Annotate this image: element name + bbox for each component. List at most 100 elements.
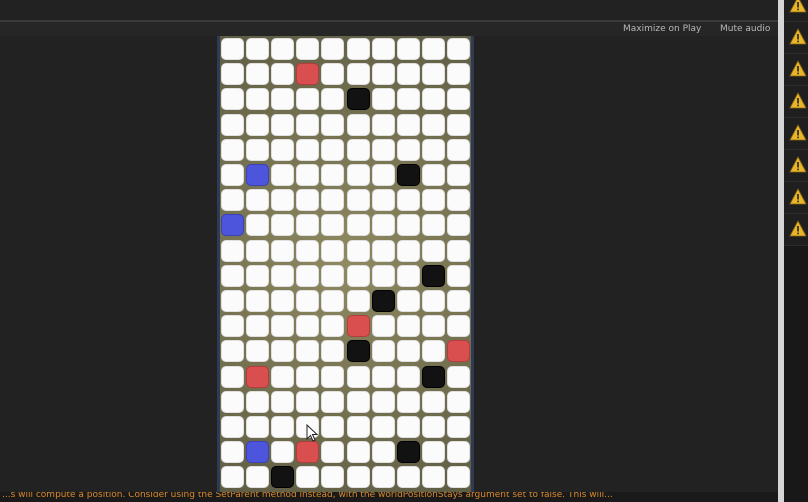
empty-cell[interactable] (271, 441, 294, 463)
empty-cell[interactable] (447, 265, 470, 287)
empty-cell[interactable] (221, 340, 244, 362)
empty-cell[interactable] (246, 416, 269, 438)
empty-cell[interactable] (372, 38, 395, 60)
empty-cell[interactable] (347, 441, 370, 463)
warning-row[interactable] (784, 0, 808, 22)
empty-cell[interactable] (321, 189, 344, 211)
empty-cell[interactable] (347, 38, 370, 60)
empty-cell[interactable] (321, 340, 344, 362)
empty-cell[interactable] (271, 290, 294, 312)
empty-cell[interactable] (397, 265, 420, 287)
empty-cell[interactable] (221, 416, 244, 438)
empty-cell[interactable] (422, 466, 445, 488)
empty-cell[interactable] (221, 88, 244, 110)
empty-cell[interactable] (397, 63, 420, 85)
empty-cell[interactable] (372, 63, 395, 85)
empty-cell[interactable] (372, 441, 395, 463)
empty-cell[interactable] (221, 391, 244, 413)
empty-cell[interactable] (422, 391, 445, 413)
empty-cell[interactable] (271, 189, 294, 211)
empty-cell[interactable] (321, 441, 344, 463)
empty-cell[interactable] (321, 366, 344, 388)
empty-cell[interactable] (271, 240, 294, 262)
empty-cell[interactable] (321, 466, 344, 488)
empty-cell[interactable] (422, 88, 445, 110)
empty-cell[interactable] (447, 214, 470, 236)
empty-cell[interactable] (422, 164, 445, 186)
empty-cell[interactable] (372, 139, 395, 161)
empty-cell[interactable] (221, 315, 244, 337)
empty-cell[interactable] (296, 391, 319, 413)
empty-cell[interactable] (372, 214, 395, 236)
empty-cell[interactable] (246, 265, 269, 287)
black-tile[interactable] (347, 340, 370, 362)
empty-cell[interactable] (447, 366, 470, 388)
warning-row[interactable] (784, 54, 808, 86)
empty-cell[interactable] (422, 340, 445, 362)
empty-cell[interactable] (422, 38, 445, 60)
blue-tile[interactable] (221, 214, 244, 236)
empty-cell[interactable] (372, 366, 395, 388)
empty-cell[interactable] (296, 164, 319, 186)
empty-cell[interactable] (296, 214, 319, 236)
empty-cell[interactable] (372, 391, 395, 413)
empty-cell[interactable] (221, 290, 244, 312)
empty-cell[interactable] (422, 114, 445, 136)
empty-cell[interactable] (422, 63, 445, 85)
empty-cell[interactable] (397, 315, 420, 337)
warning-row[interactable] (784, 150, 808, 182)
empty-cell[interactable] (246, 38, 269, 60)
empty-cell[interactable] (347, 416, 370, 438)
empty-cell[interactable] (296, 139, 319, 161)
blue-tile[interactable] (246, 441, 269, 463)
empty-cell[interactable] (372, 265, 395, 287)
empty-cell[interactable] (447, 416, 470, 438)
empty-cell[interactable] (321, 416, 344, 438)
empty-cell[interactable] (422, 290, 445, 312)
empty-cell[interactable] (321, 315, 344, 337)
empty-cell[interactable] (221, 38, 244, 60)
black-tile[interactable] (422, 366, 445, 388)
empty-cell[interactable] (447, 189, 470, 211)
empty-cell[interactable] (347, 114, 370, 136)
empty-cell[interactable] (271, 366, 294, 388)
empty-cell[interactable] (397, 240, 420, 262)
empty-cell[interactable] (372, 340, 395, 362)
empty-cell[interactable] (246, 189, 269, 211)
warning-row[interactable] (784, 214, 808, 246)
red-tile[interactable] (296, 63, 319, 85)
console-status-bar[interactable]: ...s will compute a position. Consider u… (0, 492, 778, 502)
empty-cell[interactable] (397, 290, 420, 312)
empty-cell[interactable] (422, 189, 445, 211)
empty-cell[interactable] (447, 38, 470, 60)
red-tile[interactable] (447, 340, 470, 362)
empty-cell[interactable] (271, 114, 294, 136)
empty-cell[interactable] (422, 240, 445, 262)
empty-cell[interactable] (246, 466, 269, 488)
empty-cell[interactable] (372, 416, 395, 438)
black-tile[interactable] (271, 466, 294, 488)
empty-cell[interactable] (447, 290, 470, 312)
empty-cell[interactable] (422, 315, 445, 337)
empty-cell[interactable] (397, 466, 420, 488)
empty-cell[interactable] (296, 38, 319, 60)
black-tile[interactable] (347, 88, 370, 110)
empty-cell[interactable] (271, 63, 294, 85)
empty-cell[interactable] (321, 139, 344, 161)
empty-cell[interactable] (397, 139, 420, 161)
empty-cell[interactable] (321, 164, 344, 186)
empty-cell[interactable] (347, 63, 370, 85)
empty-cell[interactable] (372, 315, 395, 337)
empty-cell[interactable] (321, 63, 344, 85)
empty-cell[interactable] (397, 366, 420, 388)
empty-cell[interactable] (296, 366, 319, 388)
empty-cell[interactable] (447, 88, 470, 110)
empty-cell[interactable] (447, 315, 470, 337)
empty-cell[interactable] (372, 88, 395, 110)
empty-cell[interactable] (447, 240, 470, 262)
empty-cell[interactable] (271, 340, 294, 362)
blue-tile[interactable] (246, 164, 269, 186)
empty-cell[interactable] (246, 340, 269, 362)
empty-cell[interactable] (271, 88, 294, 110)
warning-row[interactable] (784, 22, 808, 54)
